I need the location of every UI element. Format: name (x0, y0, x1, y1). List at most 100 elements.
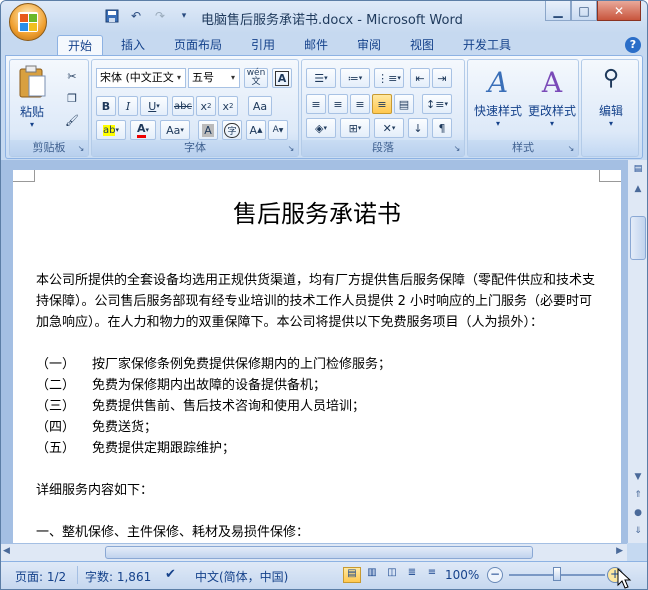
page-count[interactable]: 页面: 1/2 (15, 568, 66, 585)
editing-group: ⚲ 编辑 ▾ (581, 59, 639, 157)
change-case-button[interactable]: Aa ▾ (160, 120, 190, 140)
quick-styles-button[interactable]: A 快速样式 ▾ (470, 66, 526, 128)
copy-icon[interactable]: ❐ (62, 88, 82, 108)
chinese-layout-button[interactable]: ✕ ▾ (374, 118, 404, 138)
increase-indent-button[interactable]: ⇥ (432, 68, 452, 88)
minimize-button[interactable]: ▁ (545, 1, 571, 21)
italic-button[interactable]: I (118, 96, 138, 116)
previous-page-icon[interactable]: ⇑ (631, 490, 645, 504)
dialog-launcher-icon[interactable]: ↘ (566, 144, 576, 154)
outline-icon[interactable]: ≣ (403, 567, 421, 583)
font-size-combo[interactable]: 五号 ▾ (188, 68, 240, 88)
full-screen-reading-icon[interactable]: ▥ (363, 567, 381, 583)
bold-button[interactable]: B (96, 96, 116, 116)
scroll-up-icon[interactable]: ▲ (631, 184, 645, 198)
office-button[interactable] (9, 3, 47, 41)
scroll-down-icon[interactable]: ▼ (631, 472, 645, 486)
change-styles-button[interactable]: A 更改样式 ▾ (524, 66, 580, 128)
styles-group: A 快速样式 ▾ A 更改样式 ▾ 样式 ↘ (467, 59, 579, 157)
tab-insert[interactable]: 插入 (111, 35, 155, 55)
phonetic-guide-button[interactable]: wén 文 (244, 68, 268, 88)
highlight-button[interactable]: ab ▾ (96, 120, 126, 140)
show-marks-button[interactable]: ¶ (432, 118, 452, 138)
tab-view[interactable]: 视图 (400, 35, 444, 55)
format-painter-icon[interactable]: 🖌 (62, 110, 82, 130)
customize-qat-icon[interactable]: ▾ (175, 7, 193, 25)
superscript-button[interactable]: x2 (218, 96, 238, 116)
vertical-scrollbar[interactable]: ▤ ▲ ▼ ⇑ ● ⇓ (627, 160, 647, 543)
scroll-left-icon[interactable]: ◀ (3, 546, 10, 556)
grow-font-button[interactable]: A ▲ (246, 120, 266, 140)
decrease-indent-button[interactable]: ⇤ (410, 68, 430, 88)
editing-button[interactable]: ⚲ 编辑 ▾ (586, 66, 636, 128)
horizontal-scrollbar[interactable]: ◀ ▶ (1, 543, 627, 561)
clipboard-group-label: 剪贴板 ↘ (10, 140, 88, 156)
section-heading: 一、整机保修、主件保修、耗材及易损件保修： (36, 525, 310, 540)
sort-button[interactable]: ↓ (408, 118, 428, 138)
align-right-button[interactable]: ≡ (350, 94, 370, 114)
font-color-button[interactable]: A ▾ (130, 120, 156, 140)
document-page[interactable]: 售后服务承诺书 本公司所提供的全套设备均选用正规供货渠道，均有厂方提供售后服务保… (13, 170, 621, 543)
list-item: （五） 免费提供定期跟踪维护； (36, 441, 236, 456)
quick-access-toolbar: ↶ ↷ ▾ (53, 7, 193, 25)
clear-formatting-button[interactable]: Aa (248, 96, 272, 116)
scroll-right-icon[interactable]: ▶ (616, 546, 623, 556)
strikethrough-button[interactable]: abc (172, 96, 194, 116)
shading-button[interactable]: ◈ ▾ (306, 118, 336, 138)
chevron-down-icon: ▾ (176, 73, 181, 82)
select-browse-object-icon[interactable]: ● (631, 508, 645, 522)
word-count[interactable]: 字数: 1,861 (85, 568, 151, 585)
zoom-level[interactable]: 100% (445, 568, 479, 582)
tab-mailings[interactable]: 邮件 (294, 35, 338, 55)
justify-button[interactable]: ≡ (372, 94, 392, 114)
borders-button[interactable]: ⊞ ▾ (340, 118, 370, 138)
horizontal-scroll-thumb[interactable] (105, 546, 533, 559)
draft-icon[interactable]: ≡ (423, 567, 441, 583)
numbering-button[interactable]: ≔ ▾ (340, 68, 370, 88)
zoom-slider-thumb[interactable] (553, 567, 561, 581)
align-left-button[interactable]: ≡ (306, 94, 326, 114)
tab-references[interactable]: 引用 (241, 35, 285, 55)
next-page-icon[interactable]: ⇓ (631, 526, 645, 540)
line-spacing-button[interactable]: ↕≡ ▾ (422, 94, 452, 114)
shrink-font-button[interactable]: A ▼ (268, 120, 288, 140)
help-icon[interactable]: ? (625, 37, 641, 53)
subscript-button[interactable]: x2 (196, 96, 216, 116)
font-group-label: 字体 ↘ (92, 140, 298, 156)
dialog-launcher-icon[interactable]: ↘ (286, 144, 296, 154)
save-icon[interactable] (103, 7, 121, 25)
tab-review[interactable]: 审阅 (347, 35, 391, 55)
font-group: 宋体 (中文正文 ▾ 五号 ▾ wén 文 A B I U ▾ abc x2 x2 Aa… (91, 59, 299, 157)
close-button[interactable]: ✕ (597, 1, 641, 21)
tab-home[interactable]: 开始 (57, 35, 104, 55)
character-shading-button[interactable]: A (198, 120, 218, 140)
ribbon: 粘贴 ▾ ✂ ❐ 🖌 剪贴板 ↘ 宋体 (中文正文 ▾ 五号 ▾ wén 文 A B I… (5, 55, 643, 159)
distributed-button[interactable]: ▤ (394, 94, 414, 114)
maximize-button[interactable]: □ (571, 1, 597, 21)
character-border-button[interactable]: A (272, 68, 292, 88)
zoom-out-icon[interactable]: − (487, 567, 503, 583)
styles-group-label: 样式 ↘ (468, 140, 578, 156)
print-layout-icon[interactable]: ▤ (343, 567, 361, 583)
web-layout-icon[interactable]: ◫ (383, 567, 401, 583)
list-item: （四） 免费送货； (36, 420, 158, 435)
language-indicator[interactable]: 中文(简体，中国) (195, 568, 288, 585)
redo-icon[interactable]: ↷ (151, 7, 169, 25)
tab-page-layout[interactable]: 页面布局 (164, 35, 232, 55)
underline-button[interactable]: U ▾ (140, 96, 168, 116)
dialog-launcher-icon[interactable]: ↘ (76, 144, 86, 154)
enclose-characters-button[interactable]: 字 (222, 120, 242, 140)
details-heading: 详细服务内容如下： (36, 483, 154, 498)
align-center-button[interactable]: ≡ (328, 94, 348, 114)
cut-icon[interactable]: ✂ (62, 66, 82, 86)
tab-developer[interactable]: 开发工具 (453, 35, 521, 55)
dialog-launcher-icon[interactable]: ↘ (452, 144, 462, 154)
scroll-thumb[interactable] (630, 216, 646, 260)
font-name-combo[interactable]: 宋体 (中文正文 ▾ (96, 68, 186, 88)
proofing-icon[interactable]: ✔ (165, 567, 176, 582)
paste-button[interactable]: 粘贴 ▾ (14, 64, 50, 129)
multilevel-list-button[interactable]: ⋮≡ ▾ (374, 68, 404, 88)
bullets-button[interactable]: ☰ ▾ (306, 68, 336, 88)
undo-icon[interactable]: ↶ (127, 7, 145, 25)
ruler-toggle-icon[interactable]: ▤ (631, 164, 645, 178)
